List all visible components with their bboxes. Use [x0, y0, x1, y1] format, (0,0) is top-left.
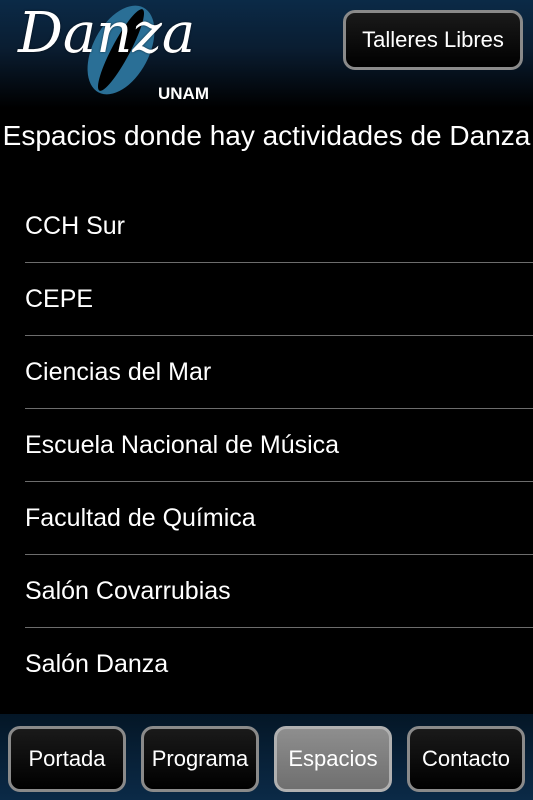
list-item-label: Escuela Nacional de Música	[25, 431, 340, 459]
bottom-tab-bar: Portada Programa Espacios Contacto	[0, 714, 533, 800]
tab-programa[interactable]: Programa	[141, 726, 259, 792]
logo-subtitle: UNAM	[158, 84, 209, 103]
page-title: Espacios donde hay actividades de Danza	[2, 120, 531, 151]
list-item[interactable]: CEPE	[0, 263, 533, 336]
list-item-label: Facultad de Química	[25, 504, 256, 532]
spaces-list: CCH Sur CEPE Ciencias del Mar Escuela Na…	[0, 190, 533, 701]
list-item[interactable]: Ciencias del Mar	[0, 336, 533, 409]
danza-unam-logo: Danza UNAM	[16, 2, 226, 104]
list-item-label: Ciencias del Mar	[25, 358, 212, 386]
list-item-label: CEPE	[25, 285, 94, 313]
list-item[interactable]: Salón Covarrubias	[0, 555, 533, 628]
list-item-label: Salón Covarrubias	[25, 577, 231, 605]
header-bar: Danza UNAM Talleres Libres	[0, 0, 533, 108]
logo-title: Danza	[18, 1, 196, 66]
list-item-label: Salón Danza	[25, 650, 169, 678]
list-item[interactable]: Escuela Nacional de Música	[0, 409, 533, 482]
tab-contacto[interactable]: Contacto	[407, 726, 525, 792]
list-item-label: CCH Sur	[25, 212, 126, 240]
screen: Danza UNAM Talleres Libres Espacios dond…	[0, 0, 533, 800]
tab-espacios[interactable]: Espacios	[274, 726, 392, 792]
talleres-libres-button[interactable]: Talleres Libres	[343, 10, 523, 70]
list-item[interactable]: Facultad de Química	[0, 482, 533, 555]
list-item[interactable]: Salón Danza	[0, 628, 533, 701]
tab-portada[interactable]: Portada	[8, 726, 126, 792]
list-item[interactable]: CCH Sur	[0, 190, 533, 263]
